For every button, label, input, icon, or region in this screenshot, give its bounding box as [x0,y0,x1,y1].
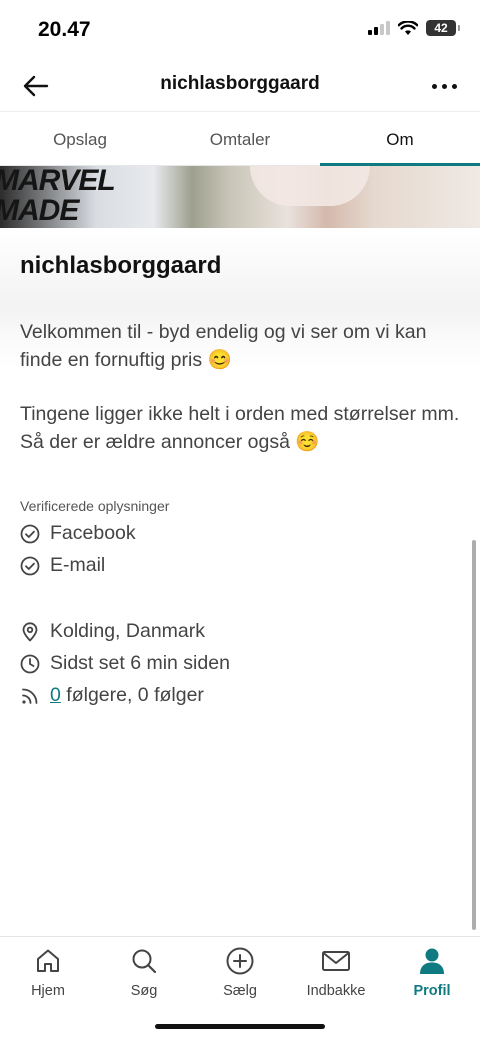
status-time: 20.47 [38,18,91,41]
nav-label: Søg [130,983,158,999]
cover-image: MARVEL MADE [0,166,480,228]
more-options-button[interactable] [426,70,462,102]
search-icon [132,949,157,974]
nav-label: Indbakke [306,983,366,999]
tab-opslag[interactable]: Opslag [0,113,160,165]
home-icon [37,949,59,972]
status-bar: 20.47 42 [0,0,480,60]
verified-label: E-mail [50,554,106,576]
check-circle-icon [20,524,40,543]
cover-image-text: MARVEL MADE [0,166,116,227]
verified-heading: Verificerede oplysninger [20,498,170,514]
more-dot-icon [431,83,437,89]
verified-email: E-mail [20,554,105,577]
location-row: Kolding, Danmark [20,620,205,643]
status-icons: 42 [368,20,460,36]
profile-bio: Velkommen til - byd endelig og vi ser om… [20,318,460,456]
verified-facebook: Facebook [20,522,136,545]
profile-username: nichlasborggaard [20,252,222,279]
battery-level: 42 [434,21,448,35]
nav-label: Profil [413,983,451,999]
nav-indbakke[interactable]: Indbakke [288,945,384,999]
nav-label: Hjem [31,983,65,999]
more-dot-icon [441,83,447,89]
last-seen-text: Sidst set 6 min siden [50,652,230,674]
battery-icon: 42 [426,20,460,36]
nav-header: nichlasborggaard [0,60,480,112]
verified-label: Facebook [50,522,136,544]
bio-paragraph: Velkommen til - byd endelig og vi ser om… [20,321,427,371]
about-section: nichlasborggaard Velkommen til - byd end… [0,228,480,936]
wifi-icon [398,20,418,35]
nav-saelg[interactable]: Sælg [192,945,288,999]
followers-link[interactable]: 0 [50,684,61,706]
followers-text: 0 følgere, 0 følger [50,684,204,706]
followers-row: 0 følgere, 0 følger [20,684,204,707]
tab-omtaler[interactable]: Omtaler [160,113,320,165]
profile-tabs: Opslag Omtaler Om [0,113,480,166]
profile-icon [420,948,444,974]
rss-icon [22,688,38,704]
plus-circle-icon [226,947,254,975]
mail-icon [322,951,350,971]
check-circle-icon [20,556,40,575]
location-pin-icon [22,621,38,641]
tab-om[interactable]: Om [320,113,480,166]
home-indicator[interactable] [155,1024,325,1029]
bottom-nav: Hjem Søg Sælg Indbakke Profil [0,936,480,1039]
bio-paragraph: Tingene ligger ikke helt i orden med stø… [20,403,460,453]
scrollbar[interactable] [472,540,476,930]
cover-image-detail [250,166,370,206]
nav-label: Sælg [223,983,257,999]
more-dot-icon [451,83,457,89]
nav-profil[interactable]: Profil [384,945,480,999]
page-title: nichlasborggaard [160,73,320,94]
last-seen-row: Sidst set 6 min siden [20,652,230,675]
signal-icon [368,21,390,35]
nav-sog[interactable]: Søg [96,945,192,999]
location-text: Kolding, Danmark [50,620,205,642]
clock-icon [20,654,40,673]
nav-hjem[interactable]: Hjem [0,945,96,999]
